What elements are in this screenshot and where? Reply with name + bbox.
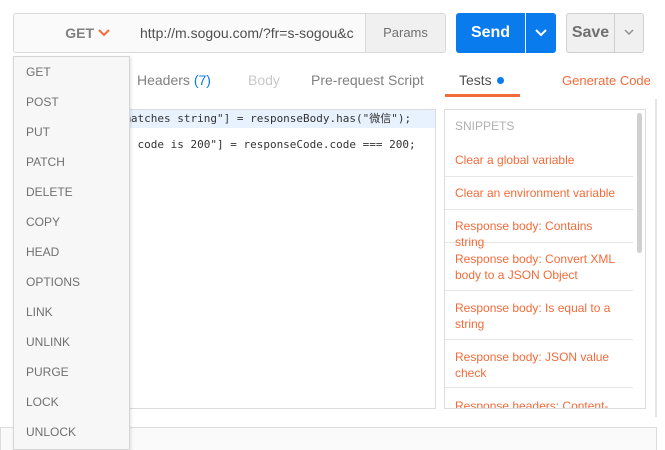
method-option-delete[interactable]: DELETE	[14, 177, 129, 207]
method-option-patch[interactable]: PATCH	[14, 147, 129, 177]
snippet-item[interactable]: Clear a global variable	[445, 144, 633, 177]
tab-prerequest-script[interactable]: Pre-request Script	[311, 70, 424, 90]
method-option-head[interactable]: HEAD	[14, 237, 129, 267]
tests-editor[interactable]: y matches string"] = responseBody.has("微…	[110, 109, 436, 409]
headers-count-badge: (7)	[193, 72, 211, 88]
method-option-copy[interactable]: COPY	[14, 207, 129, 237]
tab-headers-label: Headers	[137, 72, 190, 88]
method-option-get[interactable]: GET	[14, 57, 129, 87]
method-label: GET	[65, 25, 94, 41]
snippets-panel: SNIPPETS Clear a global variable Clear a…	[444, 109, 646, 409]
chevron-down-icon	[98, 29, 110, 37]
snippets-title: SNIPPETS	[455, 119, 515, 133]
method-option-put[interactable]: PUT	[14, 117, 129, 147]
method-option-purge[interactable]: PURGE	[14, 357, 129, 387]
snippet-item[interactable]: Response body: Is equal to a string	[445, 291, 633, 340]
params-button[interactable]: Params	[365, 13, 446, 53]
snippet-item[interactable]: Clear an environment variable	[445, 177, 633, 210]
snippet-item[interactable]: Response headers: Content-	[445, 388, 633, 408]
method-option-unlock[interactable]: UNLOCK	[14, 417, 129, 447]
method-option-post[interactable]: POST	[14, 87, 129, 117]
method-option-unlink[interactable]: UNLINK	[14, 327, 129, 357]
send-options-button[interactable]	[526, 13, 556, 53]
chevron-down-icon	[624, 29, 634, 36]
url-input[interactable]: http://m.sogou.com/?fr=s-sogou&c	[129, 13, 367, 53]
method-option-options[interactable]: OPTIONS	[14, 267, 129, 297]
snippet-item[interactable]: Response body: JSON value check	[445, 340, 633, 388]
generate-code-link[interactable]: Generate Code	[562, 72, 651, 90]
snippets-scrollbar[interactable]	[637, 113, 642, 253]
send-button[interactable]: Send	[456, 13, 525, 53]
save-button[interactable]: Save	[566, 13, 615, 53]
code-line: y matches string"] = responseBody.has("微…	[111, 110, 435, 128]
url-text: http://m.sogou.com/?fr=s-sogou&c	[140, 25, 354, 41]
snippet-item[interactable]: Response body: Convert XML body to a JSO…	[445, 243, 633, 291]
active-tab-underline	[445, 94, 520, 97]
tab-body[interactable]: Body	[248, 70, 280, 90]
chevron-down-icon	[535, 29, 547, 37]
tests-indicator-dot	[497, 77, 504, 84]
method-option-link[interactable]: LINK	[14, 297, 129, 327]
method-option-lock[interactable]: LOCK	[14, 387, 129, 417]
tab-headers[interactable]: Headers (7)	[137, 70, 211, 90]
panel-divider	[655, 99, 657, 417]
snippet-item[interactable]: Response body: Contains string	[445, 210, 633, 249]
code-line: tus code is 200"] = responseCode.code ==…	[111, 138, 416, 151]
method-dropdown-menu: GET POST PUT PATCH DELETE COPY HEAD OPTI…	[13, 56, 130, 450]
save-options-button[interactable]	[614, 13, 644, 53]
tab-tests[interactable]: Tests	[459, 70, 492, 90]
method-select[interactable]: GET	[13, 13, 130, 53]
